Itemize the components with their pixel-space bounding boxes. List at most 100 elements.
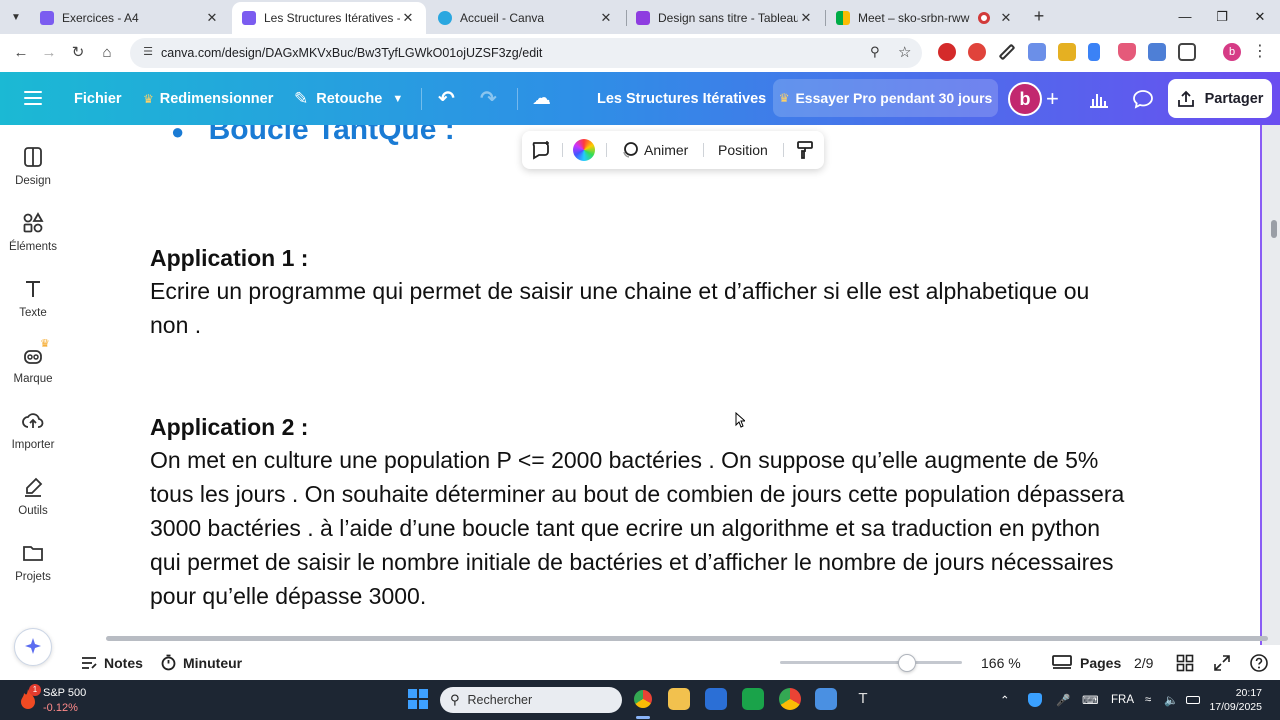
- camera-app-icon[interactable]: [815, 688, 837, 710]
- chrome-profile-icon[interactable]: [779, 688, 801, 710]
- analytics-chart-icon[interactable]: [1089, 72, 1109, 125]
- copy-style-paint-roller-icon[interactable]: [795, 131, 815, 169]
- cloud-saved-icon[interactable]: ☁: [532, 72, 551, 125]
- magic-sparkle-button[interactable]: [14, 628, 52, 666]
- hamburger-menu-icon[interactable]: [24, 91, 42, 105]
- close-tab-icon[interactable]: ✕: [598, 10, 614, 26]
- ai-edit-icon[interactable]: [530, 131, 552, 169]
- animate-button[interactable]: Animer: [620, 131, 688, 169]
- forward-arrow-icon[interactable]: →: [38, 42, 60, 64]
- application-2-text[interactable]: On met en culture une population P <= 20…: [150, 443, 1125, 613]
- edit-menu-button[interactable]: ✎ Retouche ▼: [294, 72, 403, 125]
- share-button[interactable]: Partager: [1168, 79, 1272, 118]
- pages-icon: [1052, 654, 1072, 669]
- home-icon[interactable]: ⌂: [96, 42, 118, 64]
- vertical-scrollbar-thumb[interactable]: [1271, 220, 1277, 238]
- bookmark-star-icon[interactable]: ☆: [898, 43, 911, 61]
- extension-docs-icon[interactable]: [1088, 43, 1100, 61]
- zoom-lens-icon[interactable]: ⚲: [870, 44, 880, 60]
- zoom-slider-track[interactable]: [780, 661, 962, 664]
- extension-folder-icon[interactable]: [1058, 43, 1076, 61]
- file-explorer-icon[interactable]: [668, 688, 690, 710]
- application-1-title[interactable]: Application 1 :: [150, 245, 308, 272]
- horizontal-scrollbar[interactable]: [106, 636, 1268, 641]
- close-tab-icon[interactable]: ✕: [798, 10, 814, 26]
- try-pro-button[interactable]: ♛ Essayer Pro pendant 30 jours: [773, 79, 998, 117]
- notes-button[interactable]: Notes: [80, 645, 143, 680]
- dictionary-icon[interactable]: [742, 688, 764, 710]
- fullscreen-icon[interactable]: [1213, 645, 1231, 680]
- minimize-icon[interactable]: —: [1170, 6, 1200, 28]
- sidebar-item-elements[interactable]: Éléments: [0, 211, 66, 271]
- sidebar-item-brand[interactable]: ♛ Marque: [0, 338, 66, 403]
- tray-microphone-icon[interactable]: 🎤: [1056, 680, 1070, 720]
- extensions-puzzle-icon[interactable]: [1178, 43, 1196, 61]
- battery-icon[interactable]: [1186, 680, 1200, 720]
- tab-accueil-canva[interactable]: Accueil - Canva ✕: [428, 4, 624, 32]
- tray-overflow-chevron-icon[interactable]: ⌃: [1000, 680, 1010, 720]
- resize-button[interactable]: ♛ Redimensionner: [143, 72, 273, 125]
- timer-button[interactable]: Minuteur: [160, 645, 242, 680]
- store-icon[interactable]: [705, 688, 727, 710]
- add-collaborator-plus-icon[interactable]: +: [1046, 72, 1059, 125]
- extension-record-icon[interactable]: [968, 43, 986, 61]
- close-window-icon[interactable]: ✕: [1245, 6, 1275, 28]
- tab-exercices[interactable]: Exercices - A4 ✕: [30, 4, 230, 32]
- sidebar-item-upload[interactable]: Importer: [0, 409, 66, 469]
- timer-icon: [161, 654, 176, 671]
- application-1-text[interactable]: Ecrire un programme qui permet de saisir…: [150, 274, 1125, 342]
- comment-icon[interactable]: [1132, 72, 1154, 125]
- undo-icon[interactable]: ↶: [438, 72, 455, 125]
- design-page[interactable]: ● Boucle TantQue : Application 1 : Ecrir…: [66, 125, 1260, 645]
- taskbar-clock[interactable]: 20:17 17/09/2025: [1206, 686, 1262, 714]
- zoom-percentage[interactable]: 166 %: [981, 645, 1021, 680]
- sidebar-item-text[interactable]: Texte: [0, 277, 66, 337]
- back-arrow-icon[interactable]: ←: [10, 42, 32, 64]
- sidebar-item-projects[interactable]: Projets: [0, 541, 66, 601]
- extension-cast-icon[interactable]: [1148, 43, 1166, 61]
- new-tab-plus-icon[interactable]: +: [1028, 6, 1050, 28]
- application-2-title[interactable]: Application 2 :: [150, 414, 308, 441]
- pages-button[interactable]: Pages: [1052, 645, 1121, 680]
- volume-icon[interactable]: 🔈: [1164, 680, 1178, 720]
- restore-icon[interactable]: ❐: [1207, 6, 1237, 28]
- toolbar-divider: [703, 143, 704, 157]
- close-tab-icon[interactable]: ✕: [998, 10, 1014, 26]
- browser-profile-avatar[interactable]: b: [1223, 43, 1241, 61]
- help-icon[interactable]: [1249, 645, 1269, 680]
- user-avatar[interactable]: b: [1008, 82, 1042, 116]
- extension-shield-icon[interactable]: [1118, 43, 1136, 61]
- sidebar-item-tools[interactable]: Outils: [0, 475, 66, 535]
- sidebar-item-design[interactable]: Design: [0, 145, 66, 205]
- tab-structures-iteratives[interactable]: Les Structures Itératives - A4 ✕: [232, 2, 426, 34]
- document-title[interactable]: Les Structures Itératives: [597, 72, 766, 125]
- position-button[interactable]: Position: [718, 131, 768, 169]
- address-bar[interactable]: ☰ canva.com/design/DAGxMKVxBuc/Bw3TyfLGW…: [130, 38, 922, 68]
- typography-app-icon[interactable]: T: [852, 688, 874, 710]
- close-tab-icon[interactable]: ✕: [204, 10, 220, 26]
- color-picker-button[interactable]: [573, 131, 595, 169]
- tab-search-chevron-icon[interactable]: ▼: [6, 8, 26, 26]
- reload-icon[interactable]: ↻: [67, 42, 89, 64]
- file-menu-button[interactable]: Fichier: [74, 72, 122, 125]
- editor-canvas[interactable]: ● Boucle TantQue : Application 1 : Ecrir…: [66, 125, 1280, 645]
- taskbar-search-box[interactable]: ⚲ Rechercher: [440, 687, 622, 713]
- tray-security-icon[interactable]: [1028, 680, 1042, 720]
- tray-keyboard-icon[interactable]: ⌨: [1082, 680, 1099, 720]
- site-info-icon[interactable]: ☰: [140, 45, 156, 61]
- redo-icon[interactable]: ↷: [480, 72, 497, 125]
- input-language[interactable]: FRA: [1111, 680, 1134, 720]
- tab-design-sans-titre[interactable]: Design sans titre - Tableau blanc ✕: [626, 4, 824, 32]
- close-tab-icon[interactable]: ✕: [400, 10, 416, 26]
- zoom-slider-thumb[interactable]: [898, 654, 917, 672]
- url-text[interactable]: canva.com/design/DAGxMKVxBuc/Bw3TyfLGWkO…: [161, 46, 542, 60]
- browser-menu-dots-icon[interactable]: ⋮: [1252, 41, 1268, 61]
- extension-opera-icon[interactable]: [938, 43, 956, 61]
- tab-meet[interactable]: Meet – sko-srbn-rww ✕: [826, 4, 1024, 32]
- windows-start-icon[interactable]: [408, 689, 428, 709]
- wifi-icon[interactable]: ≈: [1145, 680, 1151, 720]
- chrome-taskbar-icon[interactable]: [632, 688, 654, 710]
- section-heading[interactable]: ● Boucle TantQue :: [171, 125, 455, 147]
- extension-fd-icon[interactable]: [1028, 43, 1046, 61]
- grid-view-icon[interactable]: [1176, 645, 1194, 680]
